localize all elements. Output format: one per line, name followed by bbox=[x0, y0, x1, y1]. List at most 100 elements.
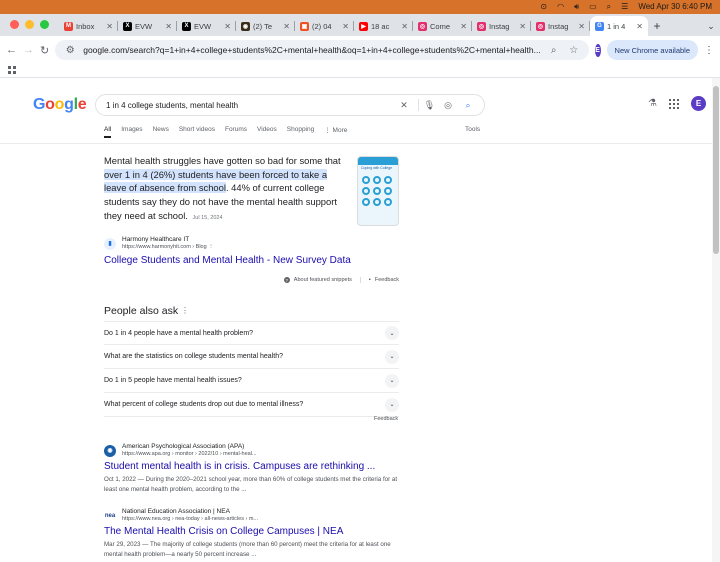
scrollbar-thumb[interactable] bbox=[713, 86, 719, 254]
tab-label: EVW bbox=[194, 21, 212, 31]
tools-button[interactable]: Tools bbox=[465, 126, 480, 133]
chevron-down-icon[interactable]: ⌄ bbox=[385, 397, 399, 412]
forward-arrow-icon[interactable]: → bbox=[23, 42, 34, 58]
clear-icon[interactable]: ✕ bbox=[398, 99, 410, 111]
zoom-icon[interactable]: ⌕ bbox=[547, 43, 561, 57]
screen-record-icon[interactable]: ⊙ bbox=[540, 0, 547, 14]
search-input[interactable]: 1 in 4 college students, mental health bbox=[106, 101, 390, 110]
snippet-feedback-link[interactable]: Feedback bbox=[375, 277, 399, 283]
google-apps-icon[interactable] bbox=[669, 98, 679, 109]
result-snippet: Oct 1, 2022 — During the 2020–2021 schoo… bbox=[104, 476, 398, 493]
tab-close-icon[interactable]: ✕ bbox=[460, 22, 467, 31]
search-box[interactable]: 1 in 4 college students, mental health ✕… bbox=[95, 94, 485, 116]
new-chrome-available-button[interactable]: New Chrome available bbox=[606, 40, 698, 60]
clock[interactable]: Wed Apr 30 6:40 PM bbox=[638, 0, 712, 14]
new-tab-button[interactable]: + bbox=[648, 16, 666, 36]
result-source[interactable]: ◉ American Psychological Association (APA… bbox=[104, 443, 257, 458]
chrome-menu-icon[interactable]: ⋮ bbox=[704, 45, 714, 56]
snippet-text-before: Mental health struggles have gotten so b… bbox=[104, 155, 341, 166]
snippet-date: Jul 15, 2024 bbox=[192, 214, 223, 221]
tab-shopping[interactable]: Shopping bbox=[287, 126, 314, 138]
minimize-window-button[interactable] bbox=[25, 20, 34, 29]
result-source[interactable]: nea National Education Association | NEA h… bbox=[104, 508, 258, 523]
browser-tab[interactable]: X EVW ✕ bbox=[118, 16, 177, 36]
tab-label: Come bbox=[430, 21, 451, 31]
wifi-icon[interactable]: ◠ bbox=[557, 0, 564, 14]
browser-tab[interactable]: X EVW ✕ bbox=[177, 16, 236, 36]
zoom-window-button[interactable] bbox=[40, 20, 49, 29]
browser-tab[interactable]: ◎ Instag ✕ bbox=[472, 16, 531, 36]
tab-all[interactable]: All bbox=[104, 126, 112, 138]
search-icon[interactable]: ⌕ bbox=[607, 0, 611, 14]
control-center-icon[interactable]: ☰ bbox=[621, 0, 628, 14]
battery-icon[interactable]: ▭ bbox=[589, 0, 597, 14]
site-info-icon[interactable]: ⚙ bbox=[63, 43, 77, 57]
tab-search-chevron-icon[interactable]: ⌄ bbox=[702, 16, 720, 36]
tab-videos[interactable]: Videos bbox=[257, 126, 277, 138]
tab-close-icon[interactable]: ✕ bbox=[401, 22, 408, 31]
browser-tab[interactable]: G1 in 4 ✕ bbox=[590, 16, 648, 36]
google-icon: G bbox=[595, 21, 604, 31]
result-title-link[interactable]: The Mental Health Crisis on College Camp… bbox=[104, 526, 343, 537]
snippet-thumbnail[interactable]: Coping with College bbox=[357, 156, 399, 226]
tab-close-icon[interactable]: ✕ bbox=[283, 22, 290, 31]
browser-tab[interactable]: ◎ Come ✕ bbox=[413, 16, 472, 36]
people-also-ask-heading: People also ask bbox=[104, 305, 179, 317]
tab-close-icon[interactable]: ✕ bbox=[165, 22, 172, 31]
tab-close-icon[interactable]: ✕ bbox=[224, 22, 231, 31]
lens-icon[interactable]: ◎ bbox=[442, 99, 454, 111]
volume-icon[interactable]: 🔊︎ bbox=[574, 0, 579, 14]
browser-tab[interactable]: M Inbox ✕ bbox=[59, 16, 118, 36]
harmony-favicon-icon: ▮ bbox=[104, 237, 116, 250]
tab-close-icon[interactable]: ✕ bbox=[636, 22, 643, 31]
paa-question[interactable]: What percent of college students drop ou… bbox=[104, 393, 399, 417]
tab-more[interactable]: ⋮ More bbox=[324, 126, 347, 138]
paa-question[interactable]: Do 1 in 5 people have mental health issu… bbox=[104, 369, 399, 393]
paa-more-icon[interactable]: ⋮ bbox=[181, 306, 189, 315]
snippet-result-link[interactable]: College Students and Mental Health - New… bbox=[104, 255, 351, 266]
address-bar[interactable]: ⚙ google.com/search?q=1+in+4+college+stu… bbox=[55, 40, 589, 60]
paa-question[interactable]: Do 1 in 4 people have a mental health pr… bbox=[104, 321, 399, 345]
tab-close-icon[interactable]: ✕ bbox=[519, 22, 526, 31]
browser-toolbar: ← → ↻ ⚙ google.com/search?q=1+in+4+colle… bbox=[0, 36, 720, 64]
paa-question-text: What percent of college students drop ou… bbox=[104, 401, 304, 408]
reload-icon[interactable]: ↻ bbox=[40, 42, 49, 58]
apps-grid-icon[interactable] bbox=[8, 66, 16, 74]
account-avatar[interactable]: E bbox=[691, 96, 706, 111]
labs-flask-icon[interactable]: ⚗ bbox=[648, 98, 657, 109]
instagram-icon: ◎ bbox=[477, 21, 486, 31]
url-text[interactable]: google.com/search?q=1+in+4+college+stude… bbox=[83, 45, 540, 55]
chevron-down-icon[interactable]: ⌄ bbox=[385, 373, 399, 388]
google-logo[interactable]: Google bbox=[33, 96, 87, 114]
profile-avatar[interactable]: E bbox=[594, 43, 601, 57]
result-title-link[interactable]: Student mental health is in crisis. Camp… bbox=[104, 461, 375, 472]
tab-close-icon[interactable]: ✕ bbox=[106, 22, 113, 31]
search-icon[interactable]: ⌕ bbox=[462, 99, 474, 111]
tab-images[interactable]: Images bbox=[121, 126, 142, 138]
bookmark-star-icon[interactable]: ☆ bbox=[567, 43, 581, 57]
tab-close-icon[interactable]: ✕ bbox=[578, 22, 585, 31]
about-featured-snippets-link[interactable]: About featured snippets bbox=[294, 277, 352, 283]
tab-close-icon[interactable]: ✕ bbox=[342, 22, 349, 31]
browser-tab[interactable]: ▣ (2) 04 ✕ bbox=[295, 16, 354, 36]
browser-tab[interactable]: ◉ (2) Te ✕ bbox=[236, 16, 295, 36]
close-window-button[interactable] bbox=[10, 20, 19, 29]
tab-short-videos[interactable]: Short videos bbox=[179, 126, 215, 138]
paa-feedback-link[interactable]: Feedback bbox=[374, 416, 398, 422]
back-arrow-icon[interactable]: ← bbox=[6, 42, 17, 58]
browser-tab[interactable]: ▶ 18 ac ✕ bbox=[354, 16, 413, 36]
chevron-down-icon[interactable]: ⌄ bbox=[385, 326, 399, 340]
tab-label: (2) Te bbox=[253, 21, 273, 31]
browser-tab[interactable]: ◎ Instag ✕ bbox=[531, 16, 590, 36]
chevron-down-icon[interactable]: ⌄ bbox=[385, 349, 399, 364]
about-snippets-row: ? About featured snippets ▪ Feedback bbox=[104, 274, 399, 286]
paa-question[interactable]: What are the statistics on college stude… bbox=[104, 345, 399, 369]
snippet-source[interactable]: ▮ Harmony Healthcare IT https://www.harm… bbox=[104, 236, 214, 251]
tab-news[interactable]: News bbox=[153, 126, 169, 138]
tab-label: 18 ac bbox=[371, 21, 390, 31]
tab-forums[interactable]: Forums bbox=[225, 126, 247, 138]
more-options-icon[interactable]: ⋮ bbox=[208, 244, 214, 250]
result-breadcrumb: https://www.apa.org › monitor › 2022/10 … bbox=[122, 451, 257, 457]
featured-snippet-text: Mental health struggles have gotten so b… bbox=[104, 154, 350, 226]
mic-icon[interactable]: 🎙︎ bbox=[418, 99, 435, 111]
